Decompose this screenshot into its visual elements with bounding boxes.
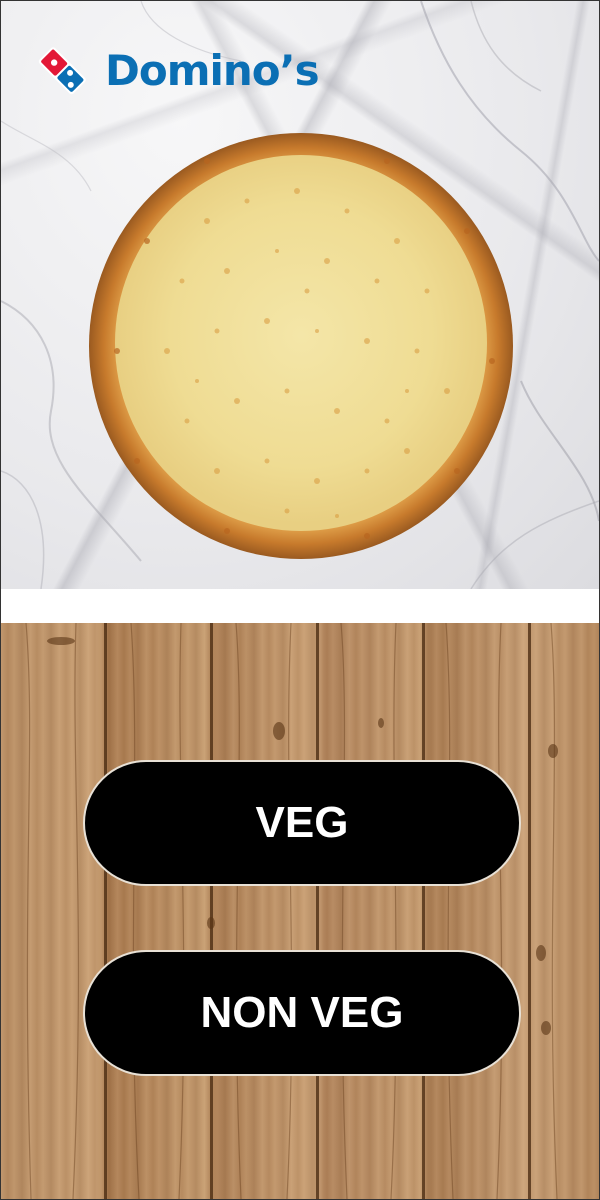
dominos-logo: Domino’s: [29, 35, 320, 105]
wood-background: [1, 623, 599, 1199]
divider-gap: [1, 589, 599, 623]
non-veg-button-label: NON VEG: [200, 988, 404, 1037]
wood-grain: [25, 623, 558, 1199]
non-veg-button[interactable]: NON VEG: [83, 950, 521, 1076]
cheese-pizza-image: [89, 133, 513, 559]
marble-background: Domino’s: [1, 1, 599, 589]
veg-button-label: VEG: [255, 798, 349, 847]
dominos-domino-icon: [29, 36, 97, 104]
veg-button[interactable]: VEG: [83, 760, 521, 886]
ad-banner: Domino’s VEG NON VEG: [0, 0, 600, 1200]
brand-name: Domino’s: [105, 45, 320, 95]
